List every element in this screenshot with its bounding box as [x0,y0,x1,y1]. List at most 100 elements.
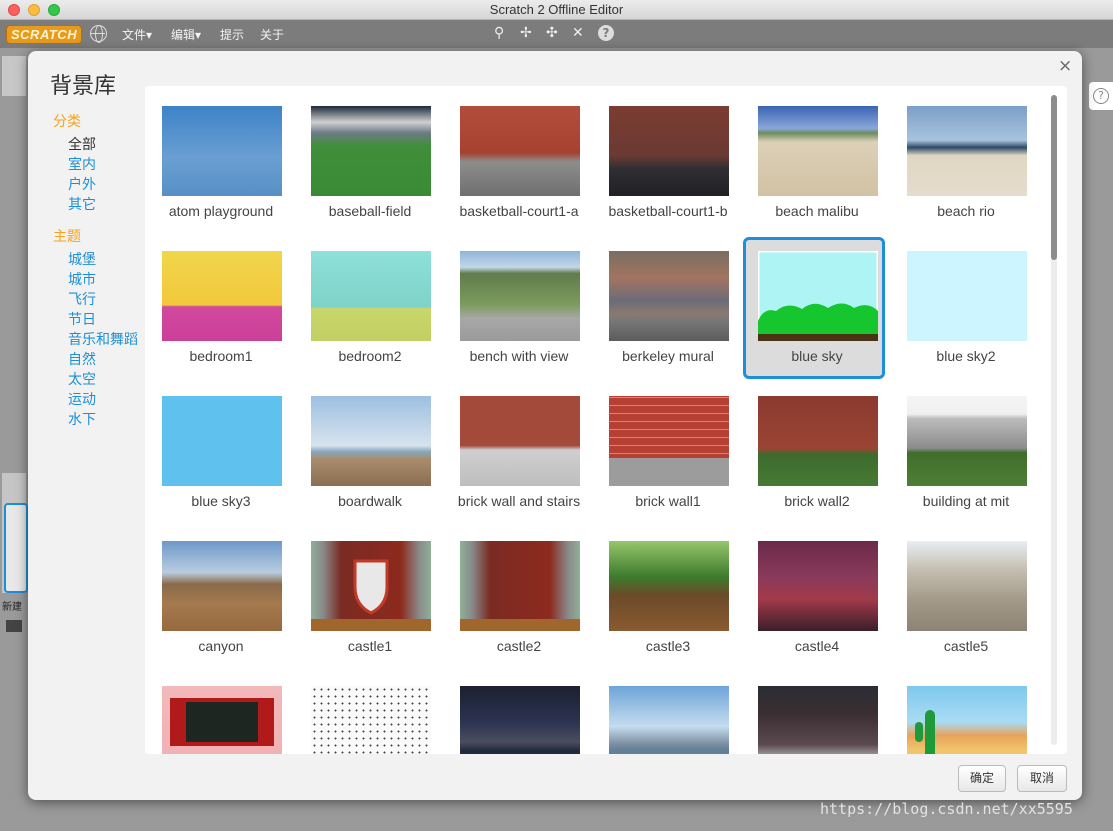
backdrop-thumbnail [311,251,431,341]
backdrop-thumbnail [758,686,878,754]
backdrop-tile[interactable] [594,672,736,754]
backdrop-thumbnail [907,541,1027,631]
backdrop-label: castle5 [943,638,989,654]
backdrop-tile[interactable]: bedroom2 [296,237,438,379]
theme-sports[interactable]: 运动 [68,389,96,409]
backdrop-tile[interactable]: basketball-court1-b [594,92,736,234]
backdrop-thumbnail [460,251,580,341]
backdrop-thumbnail [758,106,878,196]
ok-button[interactable]: 确定 [958,765,1006,792]
menu-edit[interactable]: 编辑▾ [171,26,201,43]
backdrop-label: boardwalk [338,493,402,509]
backdrop-label: brick wall1 [635,493,701,509]
category-outdoors[interactable]: 户外 [68,174,96,194]
backdrop-thumbnail [460,106,580,196]
backdrop-label: baseball-field [328,203,412,219]
backdrop-tile[interactable]: castle2 [445,527,587,669]
close-icon[interactable]: × [1058,56,1072,76]
menu-about[interactable]: 关于 [260,26,284,43]
backdrop-tile[interactable]: brick wall2 [743,382,885,524]
grid-scrollbar[interactable] [1051,95,1057,745]
backdrop-tile[interactable]: basketball-court1-a [445,92,587,234]
menu-file[interactable]: 文件▾ [122,26,152,43]
backdrop-tile[interactable] [296,672,438,754]
duplicate-stamp-icon[interactable]: ⚲ [494,25,504,41]
backdrop-tile[interactable]: brick wall1 [594,382,736,524]
watermark: https://blog.csdn.net/xx5595 [820,800,1073,818]
new-backdrop-label: 新建 [2,602,22,613]
backdrop-tile[interactable]: beach rio [892,92,1034,234]
backdrop-thumbnail [162,686,282,754]
theme-nature[interactable]: 自然 [68,349,96,369]
backdrop-tile[interactable] [743,672,885,754]
backdrop-thumbnail [907,251,1027,341]
backdrop-thumbnail [162,106,282,196]
backdrop-label: castle2 [496,638,542,654]
shrink-icon[interactable]: ✕ [572,25,584,41]
backdrop-label: castle1 [347,638,393,654]
backdrop-library-dialog: 背景库 × 分类 全部 室内 户外 其它 主题 城堡 城市 飞行 节日 音乐和舞… [28,51,1082,800]
backdrop-thumbnail [907,396,1027,486]
stage-tile[interactable] [4,503,28,593]
backdrop-thumbnail [609,686,729,754]
theme-underwater[interactable]: 水下 [68,409,96,429]
close-window-icon[interactable] [8,4,20,16]
theme-city[interactable]: 城市 [68,269,96,289]
backdrop-tile[interactable]: bedroom1 [147,237,289,379]
backdrop-label: canyon [198,638,244,654]
category-other[interactable]: 其它 [68,194,96,214]
minimize-window-icon[interactable] [28,4,40,16]
backdrop-label: bench with view [469,348,569,364]
help-icon[interactable]: ? [598,25,614,41]
theme-holiday[interactable]: 节日 [68,309,96,329]
backdrop-tile[interactable] [892,672,1034,754]
backdrop-tile[interactable]: boardwalk [296,382,438,524]
globe-icon[interactable] [90,25,107,43]
backdrop-thumbnail [311,541,431,631]
backdrop-label: castle3 [645,638,691,654]
scrollbar-thumb[interactable] [1051,95,1057,260]
backdrop-tile[interactable]: canyon [147,527,289,669]
backdrop-thumbnail [162,396,282,486]
grow-icon[interactable]: ✣ [546,25,558,41]
cut-icon[interactable]: ✢ [520,25,532,41]
theme-music-dance[interactable]: 音乐和舞蹈 [68,329,138,349]
backdrop-tile-selected[interactable]: blue sky [743,237,885,379]
backdrop-tile[interactable]: baseball-field [296,92,438,234]
backdrop-thumbnail [460,686,580,754]
side-help-tab[interactable]: ? [1089,82,1113,110]
backdrop-tile[interactable]: building at mit [892,382,1034,524]
category-all[interactable]: 全部 [68,134,96,154]
menu-tips[interactable]: 提示 [220,26,244,43]
theme-flying[interactable]: 飞行 [68,289,96,309]
backdrop-tile[interactable] [147,672,289,754]
backdrop-tile[interactable]: castle3 [594,527,736,669]
image-icon[interactable] [6,620,22,632]
section-category-heading: 分类 [53,114,81,130]
backdrop-tile[interactable]: brick wall and stairs [445,382,587,524]
section-theme-heading: 主题 [53,229,81,245]
backdrop-tile[interactable]: atom playground [147,92,289,234]
backdrop-label: brick wall2 [784,493,850,509]
backdrop-tile[interactable]: castle1 [296,527,438,669]
backdrop-thumbnail [609,396,729,486]
scratch-logo[interactable]: SCRATCH [6,25,83,44]
backdrop-label: beach malibu [775,203,859,219]
category-indoors[interactable]: 室内 [68,154,96,174]
stage-thumbnail [2,56,26,96]
backdrop-tile[interactable]: bench with view [445,237,587,379]
backdrop-tile[interactable]: beach malibu [743,92,885,234]
backdrop-tile[interactable] [445,672,587,754]
backdrop-tile[interactable]: blue sky3 [147,382,289,524]
theme-castle[interactable]: 城堡 [68,249,96,269]
theme-space[interactable]: 太空 [68,369,96,389]
backdrop-label: bedroom2 [338,348,402,364]
zoom-window-icon[interactable] [48,4,60,16]
backdrop-label: brick wall and stairs [457,493,581,509]
backdrop-tile[interactable]: blue sky2 [892,237,1034,379]
backdrop-tile[interactable]: castle4 [743,527,885,669]
cancel-button[interactable]: 取消 [1017,765,1067,792]
backdrop-thumbnail [907,106,1027,196]
backdrop-tile[interactable]: castle5 [892,527,1034,669]
backdrop-tile[interactable]: berkeley mural [594,237,736,379]
